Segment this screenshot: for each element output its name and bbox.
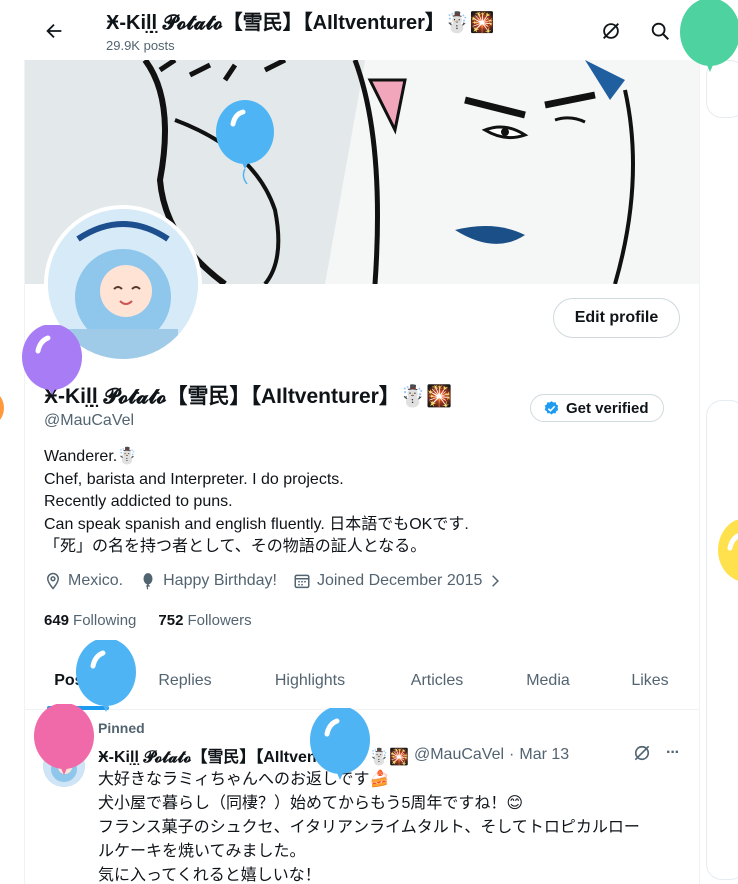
- birthday-item: Happy Birthday!: [139, 572, 277, 590]
- tweet-date[interactable]: Mar 13: [519, 746, 569, 764]
- followers-label: Followers: [187, 612, 252, 629]
- tweet-line: フランス菓子のシュクセ、イタリアンライムタルト、そしてトロピカルロー: [98, 819, 640, 836]
- profile-tabs: Posts Replies Highlights Articles Media …: [25, 652, 699, 710]
- profile-bio: Wanderer.☃️ Chef, barista and Interprete…: [44, 446, 469, 559]
- tab-posts[interactable]: Posts: [25, 652, 127, 709]
- active-tab-indicator: [47, 706, 109, 710]
- balloon-icon: [143, 573, 153, 590]
- header-post-count: 29.9K posts: [106, 38, 175, 53]
- tweet-author-handle[interactable]: @MauCaVel: [414, 746, 504, 764]
- pin-icon: [75, 720, 87, 735]
- pinned-tweet[interactable]: Pinned Ӿ-Kil̤l̤ 𝓟𝓸𝓽𝓪𝓽𝓸【雪民】【AIltventurer】…: [25, 711, 699, 884]
- bio-line: 「死」の名を持つ者として、その物語の証人となる。: [44, 538, 427, 555]
- balloon-orange: [0, 396, 4, 420]
- edit-profile-button[interactable]: Edit profile: [553, 298, 680, 338]
- tweet-avatar[interactable]: [43, 745, 85, 787]
- tweet-line: 気に入ってくれると嬉しいな！: [98, 867, 321, 884]
- tab-likes[interactable]: Likes: [615, 652, 685, 709]
- bio-line: Chef, barista and Interpreter. I do proj…: [44, 470, 344, 488]
- tweet-text: 大好きなラミィちゃんへのお返しです🍰 犬小屋で暮らし（同棲？）始めてからもう5周…: [98, 768, 640, 884]
- tab-highlights[interactable]: Highlights: [250, 652, 370, 709]
- location-text: Mexico.: [68, 572, 124, 589]
- location-item: Mexico.: [44, 572, 123, 590]
- side-card-top: [706, 60, 738, 118]
- grok-button[interactable]: [594, 14, 628, 48]
- calendar-icon: [294, 574, 310, 589]
- followers-count: 752: [158, 612, 184, 629]
- joined-item[interactable]: Joined December 2015: [293, 572, 502, 590]
- tweet-author-name[interactable]: Ӿ-Kil̤l̤ 𝓟𝓸𝓽𝓪𝓽𝓸【雪民】【AIltventurer】☃️🎇: [98, 743, 409, 767]
- bio-line: Recently addicted to puns.: [44, 493, 233, 510]
- tweet-actions: ···: [632, 743, 680, 763]
- follow-stats: 649 Following 752 Followers: [44, 612, 274, 629]
- grok-icon: [603, 23, 619, 39]
- profile-meta: Mexico. Happy Birthday! Joined December …: [44, 572, 518, 590]
- bio-line: Wanderer.☃️: [44, 448, 138, 465]
- tab-replies[interactable]: Replies: [135, 652, 235, 709]
- following-label: Following: [73, 612, 137, 629]
- tweet-line: ルケーキを焼いてみました。: [98, 843, 306, 860]
- tweet-avatar-illustration: [43, 745, 85, 787]
- side-card-middle: [706, 400, 738, 880]
- followers-link[interactable]: 752 Followers: [158, 612, 251, 629]
- back-button[interactable]: [38, 15, 70, 47]
- search-icon: [651, 22, 669, 40]
- get-verified-button[interactable]: Get verified: [530, 394, 664, 422]
- tab-articles[interactable]: Articles: [387, 652, 487, 709]
- profile-handle: @MauCaVel: [44, 412, 135, 429]
- birthday-text: Happy Birthday!: [163, 572, 277, 589]
- joined-text: Joined December 2015: [316, 572, 483, 589]
- search-button[interactable]: [643, 14, 677, 48]
- tab-media[interactable]: Media: [503, 652, 593, 709]
- chevron-right-icon: [492, 575, 500, 587]
- avatar-illustration: [48, 209, 198, 359]
- get-verified-label: Get verified: [566, 399, 649, 417]
- tweet-separator: ·: [509, 746, 515, 763]
- arrow-left-icon: [46, 23, 62, 39]
- verified-badge-icon: [544, 400, 559, 415]
- more-options-button[interactable]: ···: [666, 744, 680, 762]
- following-link[interactable]: 649 Following: [44, 612, 136, 629]
- location-pin-icon: [46, 572, 60, 590]
- pinned-label: Pinned: [98, 720, 145, 736]
- tweet-header: Ӿ-Kil̤l̤ 𝓟𝓸𝓽𝓪𝓽𝓸【雪民】【AIltventurer】☃️🎇 @Ma…: [98, 743, 569, 767]
- following-count: 649: [44, 612, 70, 629]
- tweet-line: 犬小屋で暮らし（同棲？）始めてからもう5周年ですね！😊: [98, 795, 524, 812]
- profile-avatar[interactable]: [44, 205, 202, 363]
- tweet-line: 大好きなラミィちゃんへのお返しです🍰: [98, 771, 390, 788]
- profile-display-name: Ӿ-Kil̤l̤ 𝓟𝓸𝓽𝓪𝓽𝓸【雪民】【AIltventurer】☃️🎇: [44, 385, 453, 408]
- bio-line: Can speak spanish and english fluently. …: [44, 515, 469, 533]
- header-title: Ӿ-Kil̤l̤ 𝓟𝓸𝓽𝓪𝓽𝓸【雪民】【AIltventurer】☃️🎇: [106, 12, 495, 34]
- grok-icon[interactable]: [632, 743, 652, 763]
- top-bar: Ӿ-Kil̤l̤ 𝓟𝓸𝓽𝓪𝓽𝓸【雪民】【AIltventurer】☃️🎇 29.…: [24, 0, 700, 60]
